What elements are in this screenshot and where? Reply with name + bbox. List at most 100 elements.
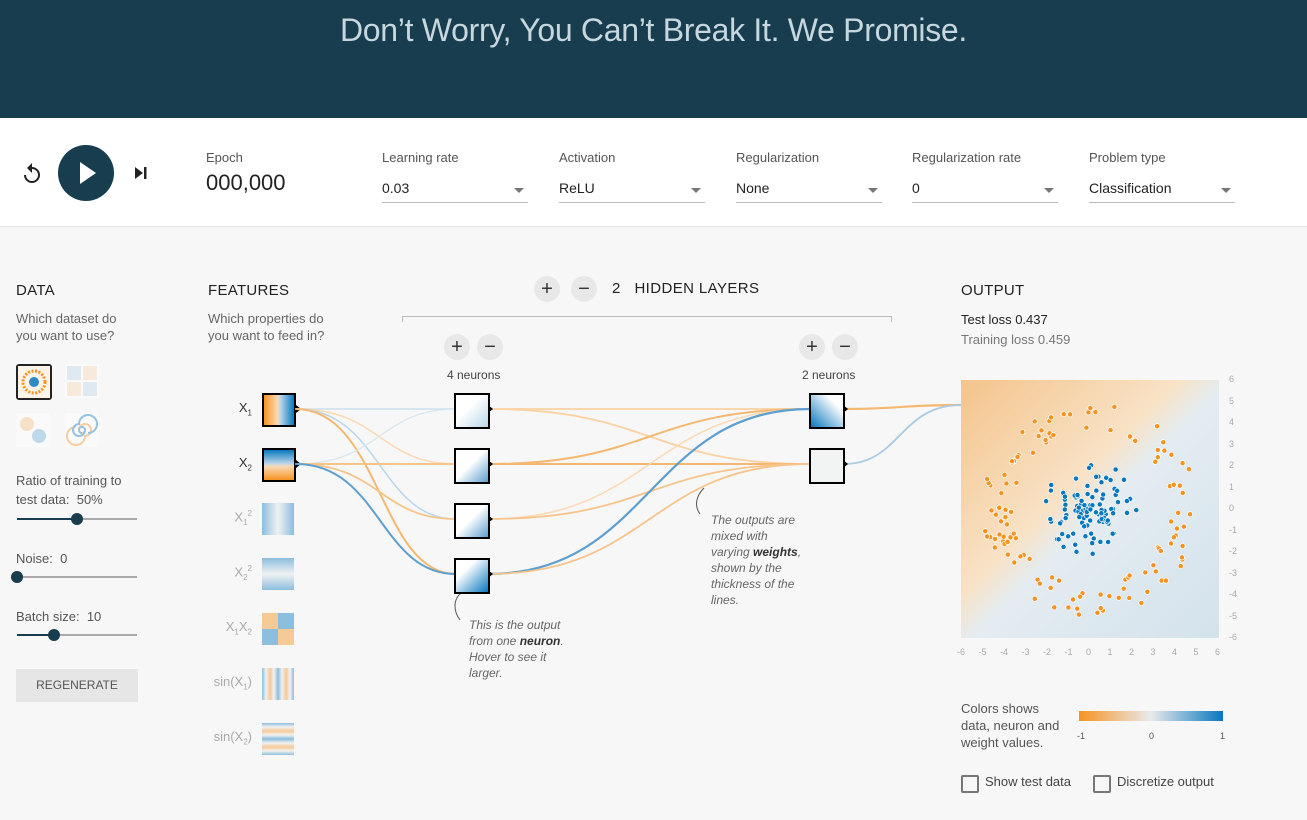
activation-select[interactable]: ReLU: [559, 176, 705, 203]
regularization-rate-select[interactable]: 0: [912, 176, 1058, 203]
noise-label-text: Noise:: [16, 551, 53, 566]
layer1-neuron-count: 4 neurons: [447, 368, 501, 382]
arrow-icon: [296, 460, 301, 468]
data-point: [1048, 482, 1055, 488]
x-tick: 0: [1086, 647, 1092, 657]
data-point: [1168, 540, 1175, 547]
data-point: [1168, 451, 1175, 458]
x-tick: 4: [1172, 647, 1178, 657]
y-tick: 3: [1229, 438, 1235, 449]
data-point: [1031, 595, 1038, 602]
learning-rate-label: Learning rate: [382, 150, 459, 165]
batch-slider-handle[interactable]: [48, 629, 61, 641]
x-tick: -6: [957, 647, 966, 657]
output-heatmap[interactable]: [961, 380, 1219, 638]
ratio-slider-handle[interactable]: [71, 513, 83, 525]
data-point: [984, 476, 991, 482]
remove-layer-button[interactable]: −: [571, 276, 597, 302]
data-point: [1177, 563, 1184, 570]
dataset-xor[interactable]: [65, 364, 99, 398]
data-point: [1126, 594, 1133, 601]
feature-sin-x2[interactable]: [262, 723, 294, 755]
neuron-2-1[interactable]: [809, 393, 845, 429]
data-point: [1161, 447, 1168, 454]
problem-type-select[interactable]: Classification: [1089, 176, 1235, 203]
data-point: [996, 531, 1003, 538]
data-point: [1179, 543, 1186, 550]
feature-sin-x1[interactable]: [262, 668, 294, 700]
problem-type-value: Classification: [1089, 180, 1172, 196]
dataset-gauss[interactable]: [16, 413, 50, 447]
data-point: [1127, 433, 1133, 440]
add-neuron-layer1-button[interactable]: +: [444, 334, 470, 360]
data-point: [1157, 547, 1164, 554]
play-button[interactable]: [58, 145, 114, 201]
neuron-1-3[interactable]: [454, 503, 490, 539]
regularization-select[interactable]: None: [736, 176, 882, 203]
neuron-1-1[interactable]: [454, 393, 490, 429]
x-tick: 2: [1129, 647, 1135, 657]
data-point: [1152, 568, 1159, 575]
data-point: [1180, 523, 1187, 530]
data-point: [1048, 414, 1054, 421]
feature-x2[interactable]: [262, 448, 296, 482]
reset-icon[interactable]: [20, 162, 44, 186]
data-point: [1087, 506, 1094, 513]
ratio-slider-fill: [17, 518, 77, 520]
noise-slider[interactable]: [11, 571, 137, 583]
show-test-data-checkbox[interactable]: [961, 775, 979, 793]
y-tick: -2: [1229, 546, 1238, 556]
data-point: [996, 504, 1003, 511]
remove-neuron-layer2-button[interactable]: −: [832, 334, 858, 360]
neuron-1-2[interactable]: [454, 448, 490, 484]
neuron-note-bold: neuron: [519, 634, 561, 648]
play-icon: [80, 162, 96, 184]
feature-label-x1x2: X1X2: [225, 619, 252, 637]
batch-slider[interactable]: [17, 629, 137, 641]
data-point: [1075, 611, 1082, 618]
dataset-circle[interactable]: [16, 364, 52, 400]
arrow-icon: [296, 405, 301, 413]
y-tick: -5: [1229, 610, 1238, 621]
data-point: [1173, 525, 1180, 532]
remove-neuron-layer1-button[interactable]: −: [477, 334, 503, 360]
feature-x1[interactable]: [262, 393, 296, 427]
data-point: [1050, 432, 1057, 439]
x-tick: -2: [1043, 647, 1052, 657]
data-point: [1104, 517, 1111, 524]
data-point: [1107, 427, 1114, 434]
feature-label-x2-squared: X22: [234, 564, 252, 582]
feature-x1-squared[interactable]: [262, 503, 294, 535]
add-neuron-layer2-button[interactable]: +: [799, 334, 825, 360]
data-point: [1106, 593, 1113, 600]
add-layer-button[interactable]: +: [534, 276, 560, 302]
weights-note-bold: weights: [753, 545, 798, 559]
data-point: [1170, 534, 1177, 541]
neuron-1-4[interactable]: [454, 558, 490, 594]
y-tick: 1: [1229, 481, 1235, 492]
hidden-layers-rule: [402, 316, 892, 322]
dataset-spiral[interactable]: [65, 413, 99, 447]
data-point: [1062, 515, 1069, 522]
data-point: [1060, 543, 1067, 550]
learning-rate-select[interactable]: 0.03: [382, 176, 528, 203]
feature-x2-squared[interactable]: [262, 558, 294, 590]
data-point: [1011, 559, 1018, 566]
y-tick: 6: [1229, 374, 1235, 384]
feature-x1x2[interactable]: [262, 613, 294, 645]
data-point: [1062, 493, 1068, 500]
data-point: [1110, 510, 1117, 517]
legend-tick-max: 1: [1220, 731, 1226, 741]
noise-slider-handle[interactable]: [11, 571, 23, 583]
regenerate-button[interactable]: REGENERATE: [16, 669, 138, 702]
step-icon[interactable]: [130, 162, 152, 184]
ratio-slider[interactable]: [17, 513, 137, 525]
discretize-output-checkbox[interactable]: [1093, 775, 1111, 793]
x-tick: 1: [1107, 647, 1113, 657]
data-point: [1076, 514, 1083, 521]
neuron-2-2[interactable]: [809, 448, 845, 484]
data-point: [1089, 550, 1096, 557]
y-tick: 5: [1229, 395, 1235, 406]
circle-dataset-icon: [18, 366, 50, 398]
data-point: [1074, 605, 1081, 612]
